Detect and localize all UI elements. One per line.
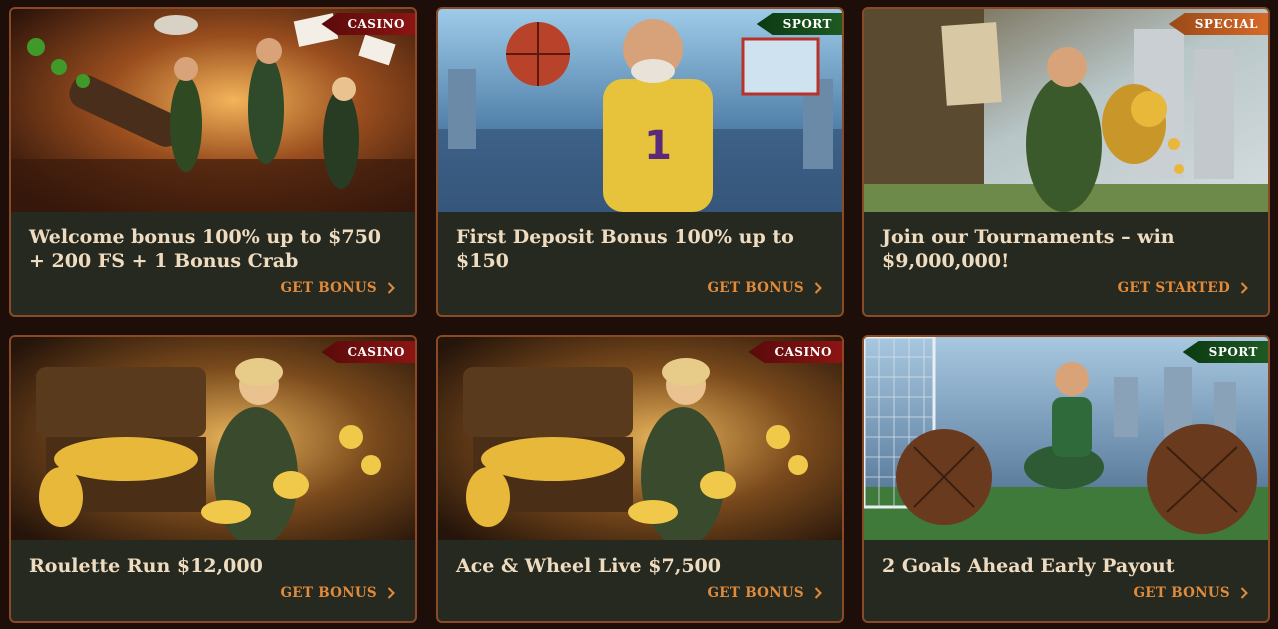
chevron-right-icon bbox=[1240, 282, 1248, 294]
get-bonus-button[interactable]: GET BONUS bbox=[707, 585, 822, 601]
promo-card-ace-wheel-live[interactable]: CASINO Ace & Wheel Live $7,500 GET BONUS bbox=[436, 335, 844, 623]
category-tag: SPORT bbox=[756, 13, 842, 35]
promo-image-football-player bbox=[864, 337, 1268, 540]
get-bonus-button[interactable]: GET BONUS bbox=[280, 280, 395, 296]
chevron-right-icon bbox=[387, 282, 395, 294]
get-bonus-button[interactable]: GET BONUS bbox=[707, 280, 822, 296]
promo-title: Roulette Run $12,000 bbox=[29, 555, 263, 577]
promo-card-two-goals-ahead[interactable]: SPORT 2 Goals Ahead Early Payout GET BON… bbox=[862, 335, 1270, 623]
cta-label: GET BONUS bbox=[280, 280, 377, 296]
category-tag: SPORT bbox=[1182, 341, 1268, 363]
cta-label: GET BONUS bbox=[707, 280, 804, 296]
promo-title: First Deposit Bonus 100% up to $150 bbox=[456, 226, 794, 272]
category-tag: CASINO bbox=[321, 13, 415, 35]
promo-image-archer-trophy bbox=[864, 9, 1268, 212]
promo-image-basketball-player: 1 bbox=[438, 9, 842, 212]
chevron-right-icon bbox=[1240, 587, 1248, 599]
promotions-grid: CASINO Welcome bonus 100% up to $750 + 2… bbox=[0, 0, 1278, 629]
cta-label: GET BONUS bbox=[1133, 585, 1230, 601]
cta-label: GET BONUS bbox=[707, 585, 804, 601]
chevron-right-icon bbox=[387, 587, 395, 599]
cta-label: GET STARTED bbox=[1117, 280, 1230, 296]
promo-image-treasure-chest bbox=[11, 337, 415, 540]
promo-title: 2 Goals Ahead Early Payout bbox=[882, 555, 1175, 577]
chevron-right-icon bbox=[814, 282, 822, 294]
promo-title: Welcome bonus 100% up to $750 + 200 FS +… bbox=[29, 226, 382, 272]
category-tag: CASINO bbox=[321, 341, 415, 363]
get-started-button[interactable]: GET STARTED bbox=[1118, 280, 1248, 296]
promo-card-tournaments[interactable]: SPECIAL Join our Tournaments – win $9,00… bbox=[862, 7, 1270, 317]
svg-text:1: 1 bbox=[644, 123, 672, 169]
get-bonus-button[interactable]: GET BONUS bbox=[280, 585, 395, 601]
promo-card-roulette-run[interactable]: CASINO Roulette Run $12,000 GET BONUS bbox=[9, 335, 417, 623]
promo-title: Join our Tournaments – win $9,000,000! bbox=[882, 226, 1175, 272]
promo-card-welcome-bonus[interactable]: CASINO Welcome bonus 100% up to $750 + 2… bbox=[9, 7, 417, 317]
get-bonus-button[interactable]: GET BONUS bbox=[1133, 585, 1248, 601]
promo-title: Ace & Wheel Live $7,500 bbox=[456, 555, 721, 577]
category-tag: CASINO bbox=[748, 341, 842, 363]
cta-label: GET BONUS bbox=[280, 585, 377, 601]
chevron-right-icon bbox=[814, 587, 822, 599]
promo-image-archers-cannon bbox=[11, 9, 415, 212]
promo-image-treasure-chest bbox=[438, 337, 842, 540]
promo-card-first-deposit[interactable]: 1 SPORT First Deposit Bonus 100% up to $… bbox=[436, 7, 844, 317]
category-tag: SPECIAL bbox=[1168, 13, 1268, 35]
